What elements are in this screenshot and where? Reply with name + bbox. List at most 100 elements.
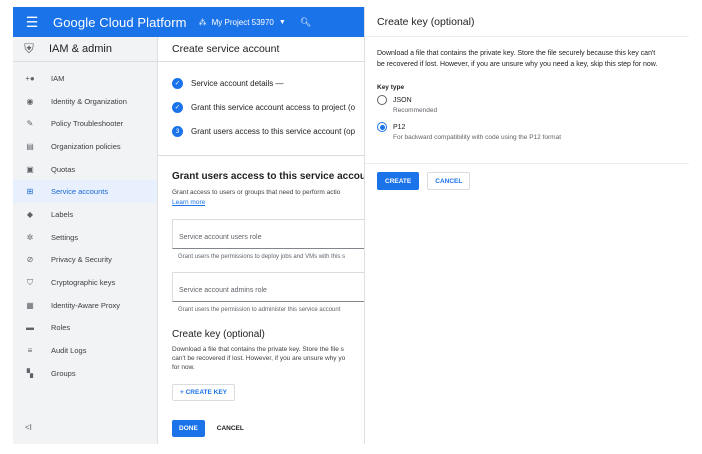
step-1[interactable]: ✓ Service account details — bbox=[172, 71, 350, 95]
sidebar-title: IAM & admin bbox=[49, 43, 112, 55]
radio-p12[interactable] bbox=[377, 122, 387, 133]
key-type-p12-label: P12 bbox=[393, 123, 406, 131]
panel-description: Download a file that contains the privat… bbox=[377, 50, 658, 68]
learn-more-link[interactable]: Learn more bbox=[172, 198, 350, 207]
create-key-button[interactable]: + CREATE KEY bbox=[172, 384, 236, 401]
grant-users-heading: Grant users access to this service accou… bbox=[172, 171, 364, 182]
sidebar-item-roles[interactable]: ▬ Roles bbox=[13, 317, 157, 340]
check-circle-icon: ✓ bbox=[172, 101, 183, 113]
project-icon: ⁂ bbox=[198, 17, 207, 27]
tag-icon: ◆ bbox=[26, 209, 34, 219]
sidebar-item-settings[interactable]: ✲ Settings bbox=[13, 226, 157, 249]
sidebar-item-service-accounts[interactable]: ⊞ Service accounts bbox=[13, 180, 157, 204]
admins-role-field[interactable]: Service account admins role bbox=[172, 272, 364, 302]
step-2[interactable]: ✓ Grant this service account access to pr… bbox=[172, 95, 355, 119]
sidebar-item-label: Identity-Aware Proxy bbox=[51, 300, 121, 310]
privacy-icon: ⊘ bbox=[26, 255, 34, 265]
sidebar-item-audit-logs[interactable]: ≡ Audit Logs bbox=[13, 339, 157, 362]
sidebar-item-labels[interactable]: ◆ Labels bbox=[13, 203, 157, 226]
sidebar-item-label: Audit Logs bbox=[51, 346, 87, 356]
sidebar-item-label: Policy Troubleshooter bbox=[51, 119, 124, 129]
sidebar-item-organization-policies[interactable]: ▤ Organization policies bbox=[13, 135, 157, 158]
sidebar-item-groups[interactable]: ▚ Groups bbox=[13, 362, 157, 385]
panel-divider bbox=[365, 163, 689, 165]
create-button[interactable]: CREATE bbox=[377, 172, 420, 191]
caret-down-icon: ▼ bbox=[278, 18, 286, 26]
sidebar-item-identity-aware-proxy[interactable]: ▦ Identity-Aware Proxy bbox=[13, 294, 157, 317]
key-type-p12-option[interactable]: P12 bbox=[377, 122, 677, 133]
step-number-badge: 3 bbox=[172, 125, 183, 137]
sidebar-item-privacy-security[interactable]: ⊘ Privacy & Security bbox=[13, 249, 157, 272]
key-type-json-hint: Recommended bbox=[393, 107, 438, 115]
sidebar-item-label: Identity & Organization bbox=[51, 96, 127, 106]
sidebar-item-label: Roles bbox=[51, 323, 71, 333]
shield-icon: ⛨ bbox=[24, 41, 34, 56]
account-circle-icon: ◉ bbox=[26, 96, 34, 106]
top-bar: ☰ Google Cloud Platform ⁂ My Project 539… bbox=[13, 7, 364, 37]
key-shield-icon: ⛉ bbox=[27, 277, 33, 287]
sidebar-header: ⛨ IAM & admin bbox=[13, 37, 157, 62]
project-selector[interactable]: ⁂ My Project 53970 ▼ bbox=[199, 18, 286, 27]
gear-icon: ✲ bbox=[26, 232, 34, 242]
sidebar-item-cryptographic-keys[interactable]: ⛉ Cryptographic keys bbox=[13, 271, 157, 294]
sidebar-item-label: Service accounts bbox=[51, 187, 109, 197]
sidebar-item-identity-organization[interactable]: ◉ Identity & Organization bbox=[13, 90, 157, 113]
users-role-field[interactable]: Service account users role bbox=[172, 219, 364, 249]
quota-icon: ▣ bbox=[26, 164, 34, 174]
document-icon: ▤ bbox=[26, 141, 34, 151]
sidebar-item-quotas[interactable]: ▣ Quotas bbox=[13, 158, 157, 181]
create-key-description-2: can't be recovered if lost. However, if … bbox=[172, 355, 346, 362]
key-type-p12-hint: For backward compatibility with code usi… bbox=[393, 134, 561, 142]
panel-body: Download a file that contains the privat… bbox=[365, 37, 689, 191]
sidebar-nav: +● IAM ◉ Identity & Organization ✎ Policy T… bbox=[13, 67, 157, 385]
wrench-icon: ✎ bbox=[26, 119, 34, 129]
hamburger-menu-icon[interactable]: ☰ bbox=[13, 7, 51, 37]
groups-icon: ▚ bbox=[26, 368, 34, 378]
page-title: Create service account bbox=[158, 37, 364, 62]
users-role-hint: Grant users the permissions to deploy jo… bbox=[178, 254, 346, 260]
sidebar-item-label: Privacy & Security bbox=[51, 255, 112, 265]
cancel-button[interactable]: CANCEL bbox=[217, 425, 244, 432]
key-type-json-label: JSON bbox=[393, 96, 412, 104]
sidebar-item-policy-troubleshooter[interactable]: ✎ Policy Troubleshooter bbox=[13, 112, 157, 135]
step-3[interactable]: 3 Grant users access to this service acco… bbox=[172, 119, 355, 143]
admins-role-hint: Grant users the permission to administer… bbox=[178, 307, 341, 313]
sidebar: ⛨ IAM & admin +● IAM ◉ Identity & Organiza… bbox=[13, 37, 158, 444]
admins-role-label: Service account admins role bbox=[179, 287, 267, 294]
check-circle-icon: ✓ bbox=[172, 77, 183, 89]
add-person-icon: +● bbox=[25, 73, 35, 83]
brand-title[interactable]: Google Cloud Platform bbox=[53, 15, 187, 30]
sidebar-item-label: Organization policies bbox=[51, 141, 121, 151]
roles-icon: ▬ bbox=[26, 323, 34, 333]
panel-actions: CREATE CANCEL bbox=[377, 172, 677, 191]
proxy-icon: ▦ bbox=[26, 300, 34, 310]
collapse-sidebar-icon[interactable]: <I bbox=[25, 423, 32, 432]
step-label: Grant this service account access to pro… bbox=[191, 102, 356, 112]
list-icon: ≡ bbox=[27, 346, 33, 356]
grant-users-section: Grant users access to this service accou… bbox=[158, 171, 364, 401]
sidebar-item-label: IAM bbox=[51, 73, 65, 83]
users-role-label: Service account users role bbox=[179, 234, 262, 241]
create-key-description-3: for now. bbox=[172, 364, 195, 371]
divider bbox=[158, 155, 364, 156]
sidebar-item-label: Quotas bbox=[51, 164, 76, 174]
sidebar-item-label: Cryptographic keys bbox=[51, 278, 116, 288]
sidebar-item-iam[interactable]: +● IAM bbox=[13, 67, 157, 90]
step-label: Grant users access to this service accou… bbox=[191, 126, 356, 136]
key-type-json-option[interactable]: JSON bbox=[377, 95, 677, 106]
service-account-icon: ⊞ bbox=[26, 187, 34, 197]
radio-json[interactable] bbox=[377, 95, 387, 106]
panel-cancel-button[interactable]: CANCEL bbox=[427, 172, 471, 191]
stepper: ✓ Service account details — ✓ Grant this s… bbox=[158, 62, 364, 143]
form-footer: DONE CANCEL bbox=[172, 420, 244, 437]
grant-users-description: Grant access to users or groups that nee… bbox=[172, 189, 341, 196]
search-icon[interactable]: 🔍︎ bbox=[300, 17, 311, 28]
done-button[interactable]: DONE bbox=[172, 420, 205, 437]
panel-title: Create key (optional) bbox=[365, 7, 689, 37]
sidebar-item-label: Labels bbox=[51, 209, 74, 219]
sidebar-item-label: Groups bbox=[51, 368, 76, 378]
create-key-heading: Create key (optional) bbox=[172, 329, 265, 340]
create-key-panel: Create key (optional) Download a file th… bbox=[364, 7, 689, 444]
main-content: Create service account ✓ Service account … bbox=[158, 37, 364, 444]
key-type-label: Key type bbox=[377, 84, 405, 92]
